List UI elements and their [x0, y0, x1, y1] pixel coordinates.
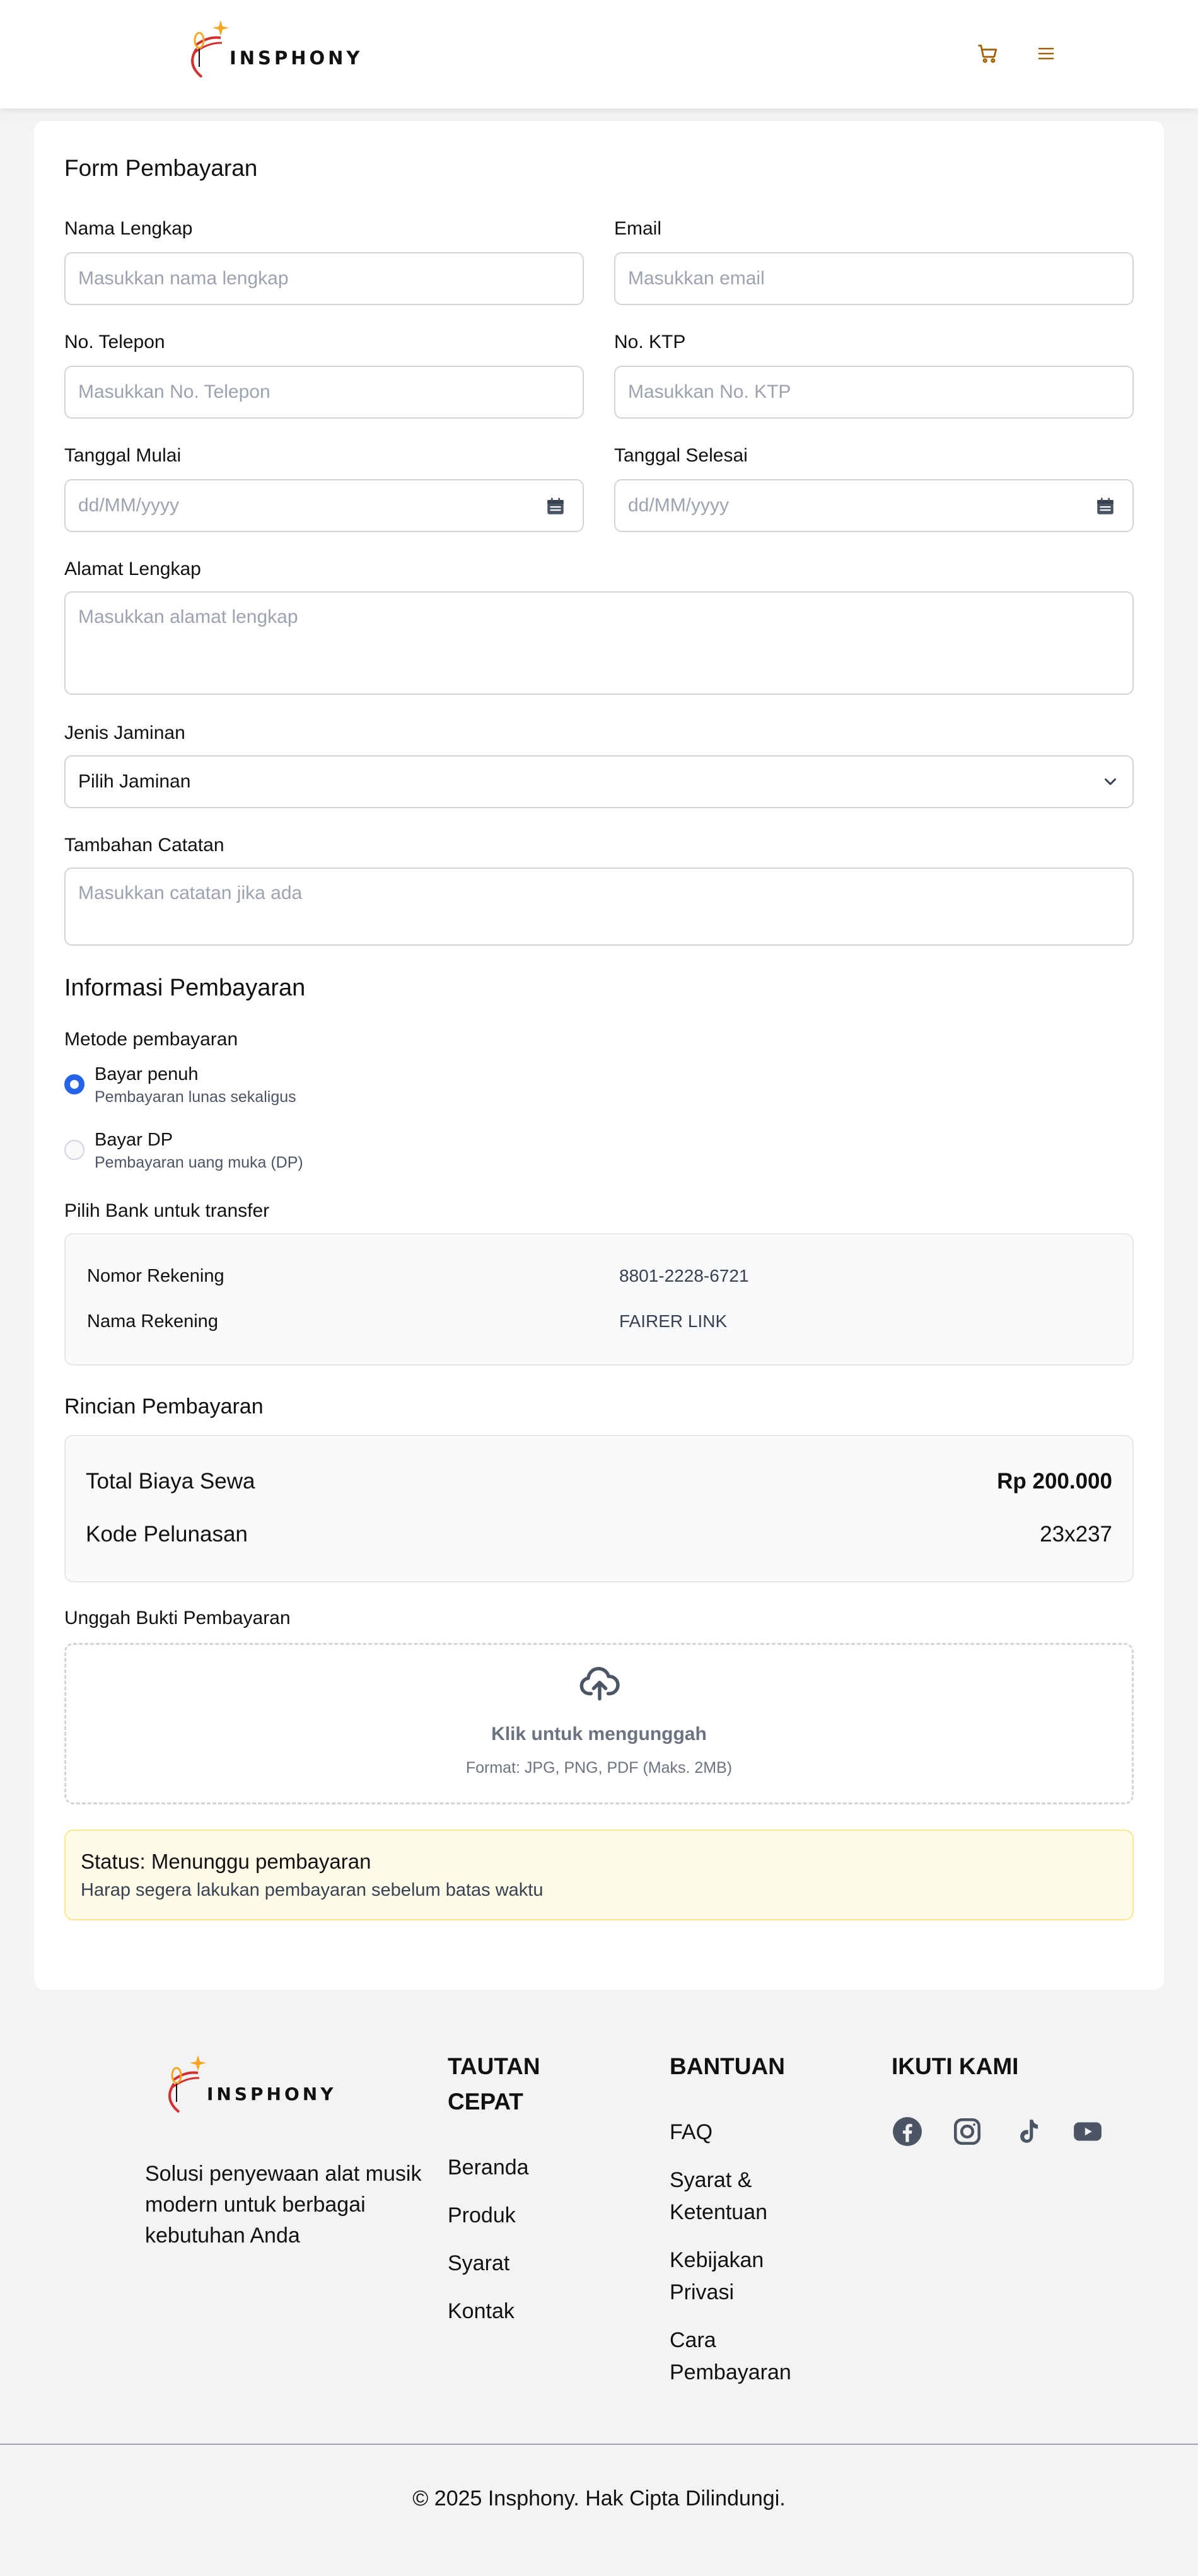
cart-icon[interactable]: [976, 42, 1000, 66]
tanggal-mulai-placeholder: dd/MM/yyyy: [78, 495, 180, 516]
total-biaya-value: Rp 200.000: [997, 1469, 1112, 1494]
telepon-label: No. Telepon: [64, 332, 165, 352]
footer-link-kontak[interactable]: Kontak: [448, 2295, 515, 2328]
status-desc: Harap segera lakukan pembayaran sebelum …: [81, 1880, 544, 1900]
footer-logo[interactable]: INSPHONY: [160, 2049, 336, 2118]
tanggal-selesai-label: Tanggal Selesai: [614, 445, 748, 466]
rincian-box: [64, 1435, 1134, 1582]
footer-link-cara-pembayaran[interactable]: Cara Pembayaran: [670, 2324, 808, 2389]
alamat-label: Alamat Lengkap: [64, 559, 201, 579]
option-bayar-penuh-desc: Pembayaran lunas sekaligus: [95, 1088, 296, 1106]
footer-link-beranda[interactable]: Beranda: [448, 2152, 529, 2184]
ktp-label: No. KTP: [614, 332, 686, 352]
form-title: Form Pembayaran: [64, 155, 258, 181]
upload-format: Format: JPG, PNG, PDF (Maks. 2MB): [465, 1759, 733, 1777]
footer-copyright: © 2025 Insphony. Hak Cipta Dilindungi.: [412, 2486, 786, 2510]
tanggal-mulai-input[interactable]: dd/MM/yyyy: [64, 479, 584, 532]
ktp-input[interactable]: Masukkan No. KTP: [614, 366, 1134, 419]
footer-link-syarat[interactable]: Syarat: [448, 2248, 509, 2280]
option-bayar-dp-title: Bayar DP: [95, 1130, 173, 1150]
status-banner: [64, 1830, 1134, 1920]
jaminan-label: Jenis Jaminan: [64, 722, 185, 743]
account-name-value: FAIRER LINK: [619, 1311, 728, 1331]
email-label: Email: [614, 218, 662, 239]
footer-link-produk[interactable]: Produk: [448, 2200, 516, 2232]
alamat-textarea[interactable]: Masukkan alamat lengkap: [64, 591, 1134, 695]
payment-method-label: Metode pembayaran: [64, 1029, 238, 1050]
footer-divider: [0, 2444, 1198, 2445]
upload-label: Unggah Bukti Pembayaran: [64, 1608, 291, 1628]
calendar-icon[interactable]: [1095, 496, 1116, 517]
radio-bayar-dp[interactable]: [64, 1140, 84, 1160]
option-bayar-penuh-title: Bayar penuh: [95, 1064, 199, 1084]
site-header: INSPHONY: [0, 0, 1198, 108]
payment-info-title: Informasi Pembayaran: [64, 975, 306, 1001]
youtube-icon[interactable]: [1072, 2116, 1103, 2147]
footer-tagline: Solusi penyewaan alat musik modern untuk…: [145, 2162, 422, 2248]
option-bayar-dp-desc: Pembayaran uang muka (DP): [95, 1154, 303, 1171]
logo-guitar-icon: [191, 20, 229, 78]
kode-pelunasan-value: 23x237: [1040, 1522, 1112, 1546]
kode-pelunasan-label: Kode Pelunasan: [86, 1522, 248, 1546]
catatan-label: Tambahan Catatan: [64, 835, 224, 856]
footer-link-faq[interactable]: FAQ: [670, 2116, 712, 2149]
tanggal-selesai-placeholder: dd/MM/yyyy: [628, 495, 730, 516]
brand-name: INSPHONY: [230, 47, 363, 69]
footer-ikuti-heading: IKUTI KAMI: [892, 2053, 1019, 2079]
tiktok-icon[interactable]: [1011, 2116, 1043, 2147]
footer-link-kebijakan-privasi[interactable]: Kebijakan Privasi: [670, 2244, 789, 2309]
tanggal-selesai-input[interactable]: dd/MM/yyyy: [614, 479, 1134, 532]
account-number-value: 8801-2228-6721: [619, 1266, 749, 1285]
nama-label: Nama Lengkap: [64, 218, 193, 239]
rincian-title: Rincian Pembayaran: [64, 1395, 264, 1419]
calendar-icon[interactable]: [545, 496, 566, 517]
radio-bayar-penuh[interactable]: [64, 1074, 84, 1094]
hamburger-menu-icon[interactable]: [1034, 42, 1058, 66]
nama-input[interactable]: Masukkan nama lengkap: [64, 252, 584, 305]
jaminan-select[interactable]: Pilih Jaminan: [64, 755, 1134, 808]
account-number-label: Nomor Rekening: [87, 1266, 224, 1286]
facebook-icon[interactable]: [892, 2116, 923, 2147]
chevron-down-icon: [1105, 778, 1116, 786]
telepon-input[interactable]: Masukkan No. Telepon: [64, 366, 584, 419]
bank-info-box: [64, 1233, 1134, 1366]
account-name-label: Nama Rekening: [87, 1311, 218, 1332]
jaminan-selected-value: Pilih Jaminan: [78, 771, 191, 792]
upload-title: Klik untuk mengunggah: [491, 1724, 707, 1744]
instagram-icon[interactable]: [951, 2116, 983, 2147]
tanggal-mulai-label: Tanggal Mulai: [64, 445, 182, 466]
total-biaya-label: Total Biaya Sewa: [86, 1469, 255, 1494]
cloud-upload-icon: [579, 1667, 620, 1701]
footer-link-syarat-ketentuan[interactable]: Syarat & Ketentuan: [670, 2164, 789, 2229]
brand-logo[interactable]: INSPHONY: [183, 14, 363, 83]
status-title: Status: Menunggu pembayaran: [81, 1850, 371, 1873]
footer-brand-name: INSPHONY: [207, 2083, 337, 2104]
catatan-textarea[interactable]: Masukkan catatan jika ada: [64, 867, 1134, 946]
logo-guitar-icon: [168, 2055, 206, 2113]
bank-label: Pilih Bank untuk transfer: [64, 1200, 270, 1221]
footer-tautan-heading: TAUTAN CEPAT: [448, 2053, 540, 2115]
email-input[interactable]: Masukkan email: [614, 252, 1134, 305]
footer-bantuan-heading: BANTUAN: [670, 2053, 785, 2079]
